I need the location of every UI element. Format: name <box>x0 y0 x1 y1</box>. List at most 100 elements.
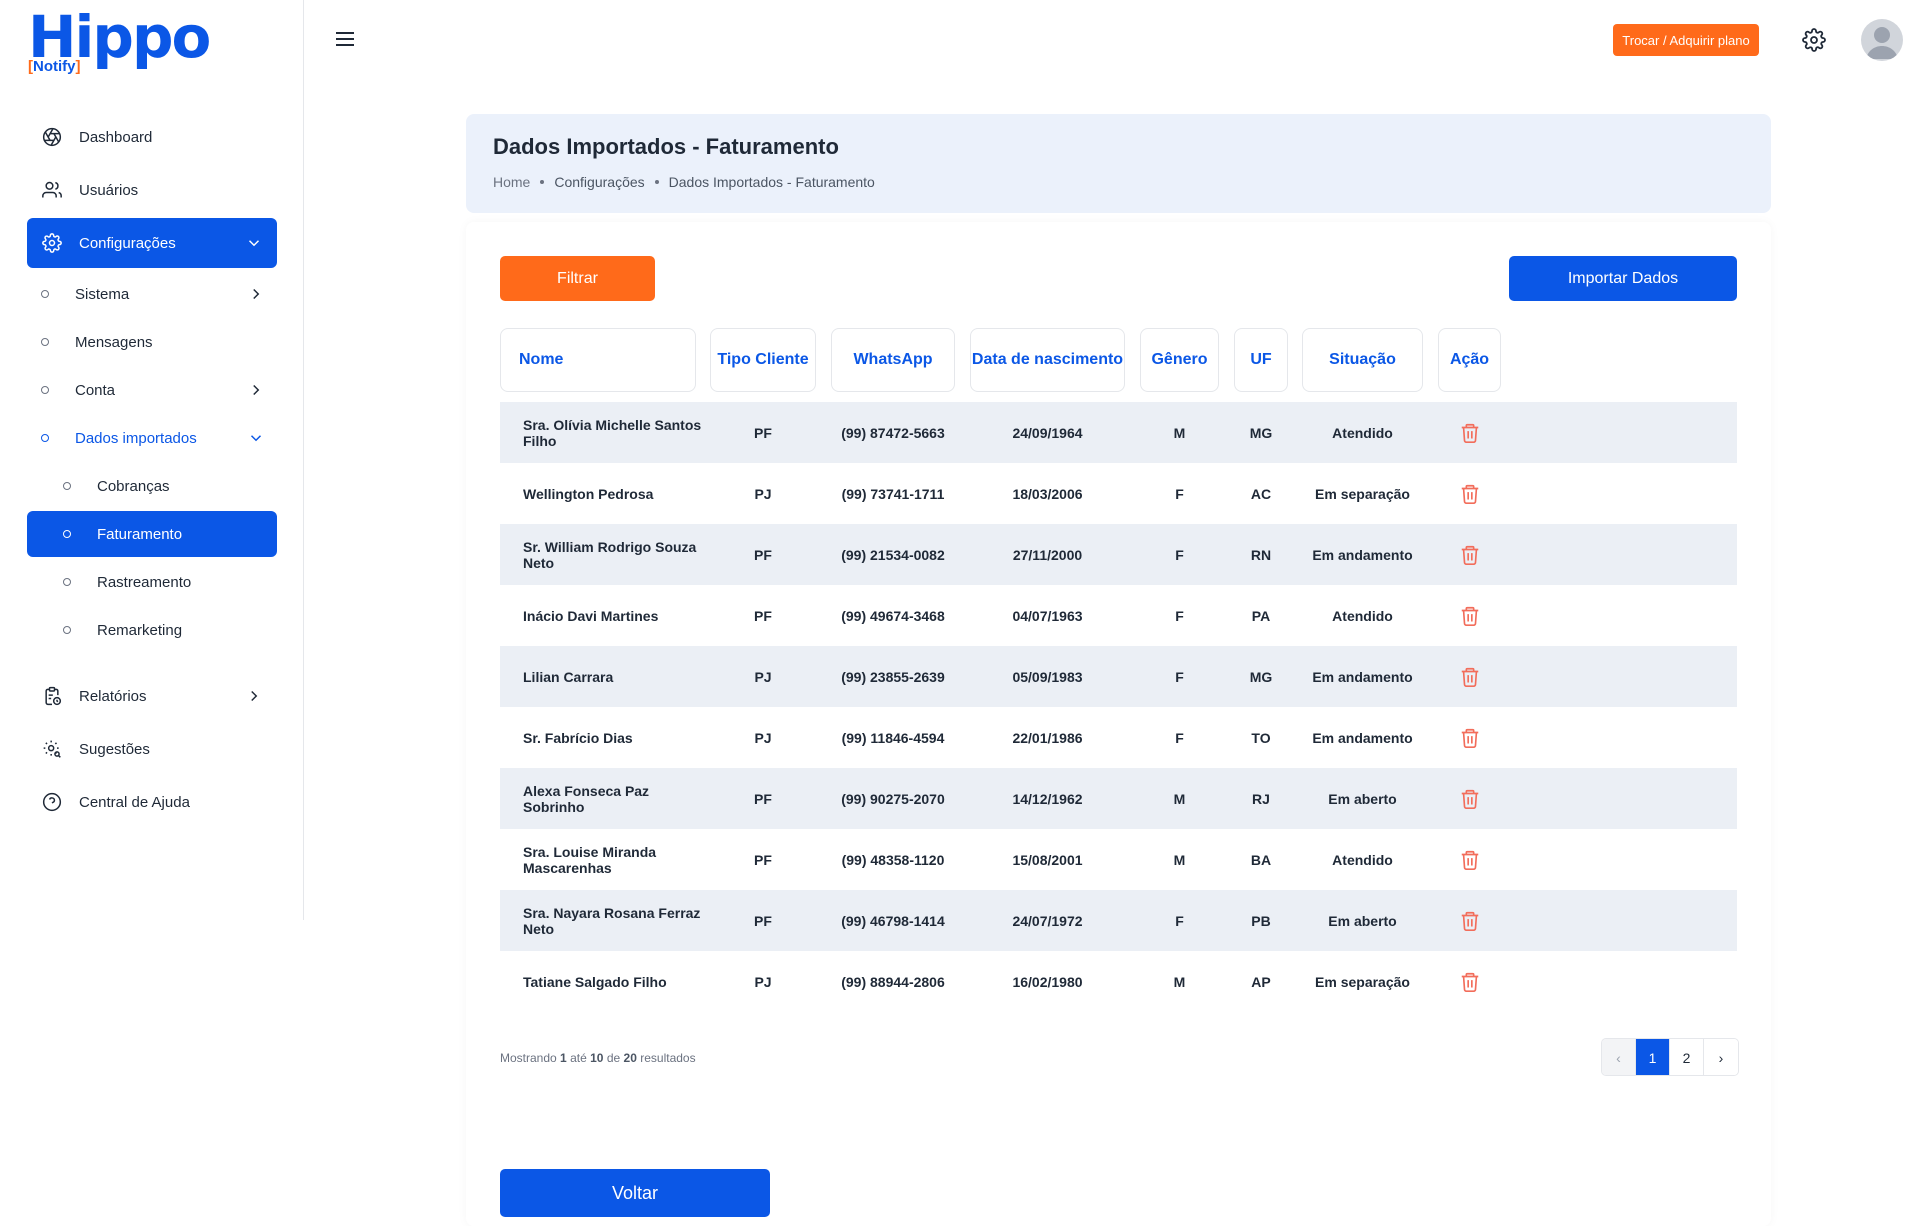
cell-situacao: Atendido <box>1332 424 1393 441</box>
cell-whatsapp: (99) 49674-3468 <box>841 607 945 624</box>
settings-gear-icon[interactable] <box>1802 28 1826 52</box>
change-plan-button[interactable]: Trocar / Adquirir plano <box>1613 24 1759 56</box>
help-circle-icon <box>41 791 63 813</box>
cell-nome: Tatiane Salgado Filho <box>523 973 667 990</box>
sidebar-item-usuarios[interactable]: Usuários <box>27 165 277 215</box>
sidebar-subitem-conta[interactable]: Conta <box>27 367 277 413</box>
breadcrumb-configuracoes[interactable]: Configurações <box>554 174 644 190</box>
chevron-right-icon <box>253 288 260 300</box>
sidebar-subitem-label: Dados importados <box>75 429 197 447</box>
sidebar-subitem-dados-importados[interactable]: Dados importados <box>27 415 277 461</box>
main-card: Filtrar Importar Dados Nome Tipo Cliente… <box>466 222 1771 1226</box>
import-data-button[interactable]: Importar Dados <box>1509 256 1737 301</box>
sidebar-subitem-sistema[interactable]: Sistema <box>27 271 277 317</box>
cell-tipo-cliente: PJ <box>754 973 772 990</box>
cell-genero: M <box>1173 851 1186 868</box>
user-avatar[interactable] <box>1861 19 1903 61</box>
trash-icon[interactable] <box>1459 788 1481 810</box>
trash-icon[interactable] <box>1459 483 1481 505</box>
cell-nome: Sra. Louise Miranda Mascarenhas <box>523 843 657 876</box>
pagination: ‹ 1 2 › <box>1601 1038 1739 1076</box>
table-row: Sra. Nayara Rosana Ferraz Neto PF (99) 467… <box>500 890 1737 951</box>
cell-situacao: Atendido <box>1332 851 1393 868</box>
cell-uf: MG <box>1249 668 1273 685</box>
cell-whatsapp: (99) 48358-1120 <box>841 851 945 868</box>
cell-situacao: Em andamento <box>1312 668 1413 685</box>
sidebar-subitem-label: Rastreamento <box>97 573 192 591</box>
cell-tipo-cliente: PJ <box>754 729 772 746</box>
table-row: Alexa Fonseca Paz Sobrinho PF (99) 90275-2… <box>500 768 1737 829</box>
cell-situacao: Em aberto <box>1328 790 1397 807</box>
breadcrumb-separator <box>654 180 659 184</box>
trash-icon[interactable] <box>1459 727 1481 749</box>
cell-acao <box>1438 951 1501 1012</box>
column-header-tipo-cliente[interactable]: Tipo Cliente <box>710 328 816 392</box>
pagination-page-1[interactable]: 1 <box>1636 1039 1670 1075</box>
pagination-prev-button[interactable]: ‹ <box>1602 1039 1636 1075</box>
sidebar-item-configuracoes[interactable]: Configurações <box>27 218 277 268</box>
cell-acao <box>1438 768 1501 829</box>
back-button[interactable]: Voltar <box>500 1169 770 1217</box>
cell-uf: RJ <box>1252 790 1270 807</box>
column-header-nome[interactable]: Nome <box>500 328 696 392</box>
breadcrumb-home[interactable]: Home <box>493 174 530 190</box>
trash-icon[interactable] <box>1459 544 1481 566</box>
cell-genero: F <box>1175 607 1184 624</box>
cell-data-nascimento: 04/07/1963 <box>1012 607 1083 624</box>
column-header-data-nascimento[interactable]: Data de nascimento <box>970 328 1125 392</box>
cell-situacao: Em andamento <box>1312 546 1413 563</box>
chevron-down-icon <box>250 435 262 442</box>
trash-icon[interactable] <box>1459 849 1481 871</box>
trash-icon[interactable] <box>1459 971 1481 993</box>
cell-acao <box>1438 890 1501 951</box>
trash-icon[interactable] <box>1459 666 1481 688</box>
sidebar-subitem-faturamento[interactable]: Faturamento <box>27 511 277 557</box>
filter-button[interactable]: Filtrar <box>500 256 655 301</box>
cell-uf: PB <box>1251 912 1271 929</box>
cell-uf: RN <box>1250 546 1272 563</box>
pagination-page-2[interactable]: 2 <box>1670 1039 1704 1075</box>
cell-uf: TO <box>1251 729 1271 746</box>
table-row: Wellington Pedrosa PJ (99) 73741-1711 18/03… <box>500 463 1737 524</box>
cell-nome: Inácio Davi Martines <box>523 607 659 624</box>
sidebar-subitem-rastreamento[interactable]: Rastreamento <box>27 559 277 605</box>
cell-situacao: Em separação <box>1315 973 1410 990</box>
cell-tipo-cliente: PF <box>754 851 772 868</box>
sidebar-subitem-remarketing[interactable]: Remarketing <box>27 607 277 653</box>
bullet-icon <box>41 290 49 298</box>
sidebar-item-relatorios[interactable]: Relatórios <box>27 671 277 721</box>
cell-nome: Alexa Fonseca Paz Sobrinho <box>523 782 650 815</box>
table-row: Sra. Louise Miranda Mascarenhas PF (99) 48… <box>500 829 1737 890</box>
cell-data-nascimento: 24/07/1972 <box>1012 912 1083 929</box>
cell-situacao: Em aberto <box>1328 912 1397 929</box>
hamburger-menu-icon[interactable] <box>334 30 356 48</box>
sidebar-subitem-mensagens[interactable]: Mensagens <box>27 319 277 365</box>
sidebar-item-central-de-ajuda[interactable]: Central de Ajuda <box>27 777 277 827</box>
cell-whatsapp: (99) 46798-1414 <box>841 912 945 929</box>
chevron-right-icon <box>251 690 258 702</box>
cell-whatsapp: (99) 90275-2070 <box>841 790 945 807</box>
bullet-icon <box>63 482 71 490</box>
hippo-logo[interactable]: Hippo [Notify] <box>28 4 218 76</box>
sidebar-item-sugestoes[interactable]: Sugestões <box>27 724 277 774</box>
trash-icon[interactable] <box>1459 605 1481 627</box>
column-header-whatsapp[interactable]: WhatsApp <box>831 328 955 392</box>
cell-acao <box>1438 829 1501 890</box>
column-header-situacao[interactable]: Situação <box>1302 328 1423 392</box>
trash-icon[interactable] <box>1459 910 1481 932</box>
sidebar-subitem-cobrancas[interactable]: Cobranças <box>27 463 277 509</box>
cell-uf: PA <box>1251 607 1271 624</box>
trash-icon[interactable] <box>1459 422 1481 444</box>
cell-acao <box>1438 463 1501 524</box>
chevron-down-icon <box>248 240 260 247</box>
page-header: Dados Importados - Faturamento Home Conf… <box>466 114 1771 213</box>
table-row: Inácio Davi Martines PF (99) 49674-3468 04/… <box>500 585 1737 646</box>
cell-whatsapp: (99) 11846-4594 <box>841 729 945 746</box>
table-row: Sr. Fabrício Dias PJ (99) 11846-4594 22/01/… <box>500 707 1737 768</box>
sidebar-item-dashboard[interactable]: Dashboard <box>27 112 277 162</box>
pagination-next-button[interactable]: › <box>1704 1039 1738 1075</box>
column-header-genero[interactable]: Gênero <box>1140 328 1219 392</box>
report-clock-icon <box>41 685 63 707</box>
table-row: Sr. William Rodrigo Souza Neto PF (99) 215… <box>500 524 1737 585</box>
column-header-uf[interactable]: UF <box>1234 328 1288 392</box>
